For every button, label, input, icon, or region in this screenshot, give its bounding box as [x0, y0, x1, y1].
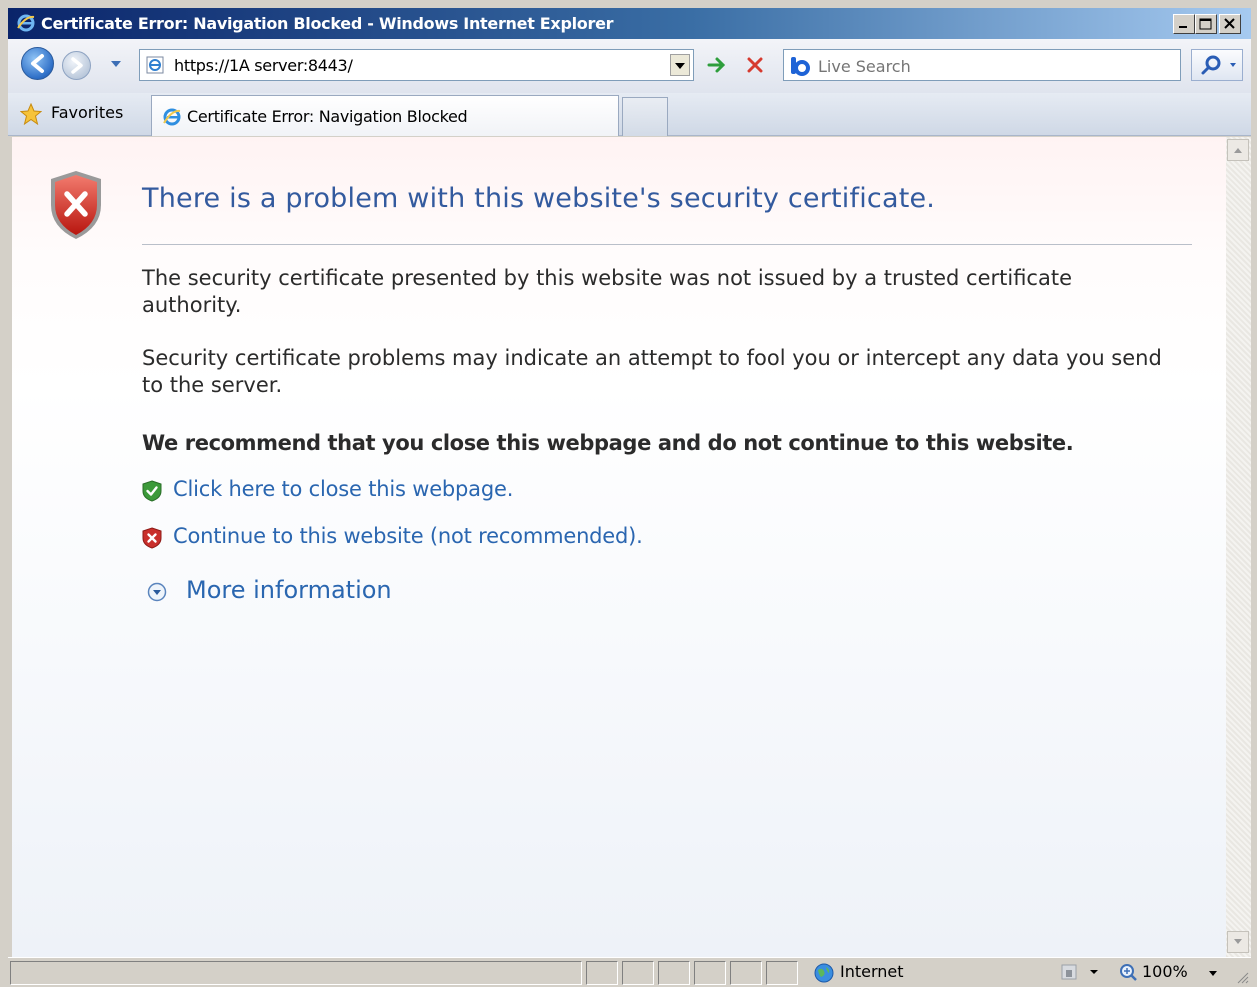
close-icon: [1224, 18, 1235, 29]
live-search-logo-icon: [791, 57, 810, 76]
expand-chevron-icon: [147, 582, 167, 602]
magnifier-icon: [1201, 55, 1236, 75]
maximize-button[interactable]: [1195, 14, 1217, 34]
status-panel: [658, 961, 690, 985]
status-text-panel: [10, 961, 582, 985]
security-zone[interactable]: Internet: [804, 961, 1044, 985]
ie-page-icon: [163, 108, 181, 126]
status-bar: Internet 100%: [8, 957, 1251, 986]
favorites-button[interactable]: Favorites: [20, 101, 132, 127]
zoom-dropdown-icon: [1209, 971, 1217, 976]
window-title: Certificate Error: Navigation Blocked - …: [41, 14, 614, 33]
status-panel: [622, 961, 654, 985]
browser-window: Certificate Error: Navigation Blocked - …: [0, 0, 1257, 986]
tab-certificate-error[interactable]: Certificate Error: Navigation Blocked: [151, 95, 619, 136]
go-button[interactable]: [701, 50, 733, 80]
scroll-up-button[interactable]: [1227, 139, 1249, 161]
chevron-down-icon: [675, 63, 685, 69]
resize-grip-icon[interactable]: [1235, 970, 1249, 984]
page-title: There is a problem with this website's s…: [142, 183, 936, 214]
search-box[interactable]: [783, 49, 1181, 81]
stop-button[interactable]: [739, 50, 771, 80]
scroll-down-button[interactable]: [1227, 931, 1249, 953]
go-arrow-icon: [707, 57, 726, 73]
globe-icon: [814, 963, 834, 983]
back-button[interactable]: [21, 47, 54, 80]
status-panel: [694, 961, 726, 985]
forward-button[interactable]: [62, 51, 91, 80]
title-bar[interactable]: Certificate Error: Navigation Blocked - …: [8, 8, 1251, 39]
protected-mode-button[interactable]: [1056, 961, 1106, 985]
ie-logo-icon: [17, 14, 35, 32]
continue-website-link-text[interactable]: Continue to this website (not recommende…: [173, 524, 643, 548]
page-content: There is a problem with this website's s…: [12, 137, 1226, 957]
status-panel: [586, 961, 618, 985]
security-shield-error-icon: [51, 171, 101, 239]
zoom-level: 100%: [1142, 962, 1188, 981]
back-arrow-icon: [31, 54, 44, 73]
close-webpage-link-text[interactable]: Click here to close this webpage.: [173, 477, 513, 501]
certificate-explanation: The security certificate presented by th…: [142, 266, 1072, 317]
favorites-star-icon: [20, 103, 42, 125]
address-bar[interactable]: https://1A server:8443/: [139, 49, 694, 81]
scroll-down-arrow-icon: [1234, 939, 1242, 944]
protected-mode-icon: [1061, 964, 1098, 980]
title-divider: [142, 244, 1192, 245]
zoom-level-button[interactable]: 100%: [1114, 961, 1222, 985]
address-dropdown-button[interactable]: [670, 54, 690, 76]
address-url[interactable]: https://1A server:8443/: [174, 56, 353, 75]
maximize-icon: [1199, 18, 1212, 30]
scroll-up-arrow-icon: [1234, 148, 1242, 153]
new-tab-button[interactable]: [622, 97, 668, 136]
forward-arrow-icon: [71, 57, 83, 74]
minimize-button[interactable]: [1173, 14, 1195, 34]
navigation-bar: https://1A server:8443/: [8, 39, 1251, 93]
favorites-label: Favorites: [51, 103, 124, 122]
stop-icon: [747, 57, 763, 73]
more-information-text[interactable]: More information: [186, 576, 392, 604]
recommendation-text: We recommend that you close this webpage…: [142, 431, 1074, 455]
favorites-bar: Favorites Certificate Error: Navigation …: [8, 93, 1251, 136]
search-input[interactable]: [816, 53, 1170, 79]
close-window-button[interactable]: [1219, 14, 1241, 34]
search-button[interactable]: [1191, 49, 1243, 81]
red-shield-x-icon: [142, 527, 162, 549]
status-panel: [730, 961, 762, 985]
green-shield-check-icon: [142, 480, 162, 502]
status-panel: [766, 961, 798, 985]
zoom-magnifier-icon: [1120, 964, 1137, 981]
recent-pages-dropdown-icon[interactable]: [110, 60, 122, 68]
security-zone-label: Internet: [840, 962, 904, 981]
page-icon: [146, 56, 164, 74]
security-warning: Security certificate problems may indica…: [142, 346, 1162, 397]
vertical-scrollbar[interactable]: [1226, 137, 1251, 957]
minimize-icon: [1179, 26, 1187, 28]
tab-label: Certificate Error: Navigation Blocked: [187, 107, 468, 126]
